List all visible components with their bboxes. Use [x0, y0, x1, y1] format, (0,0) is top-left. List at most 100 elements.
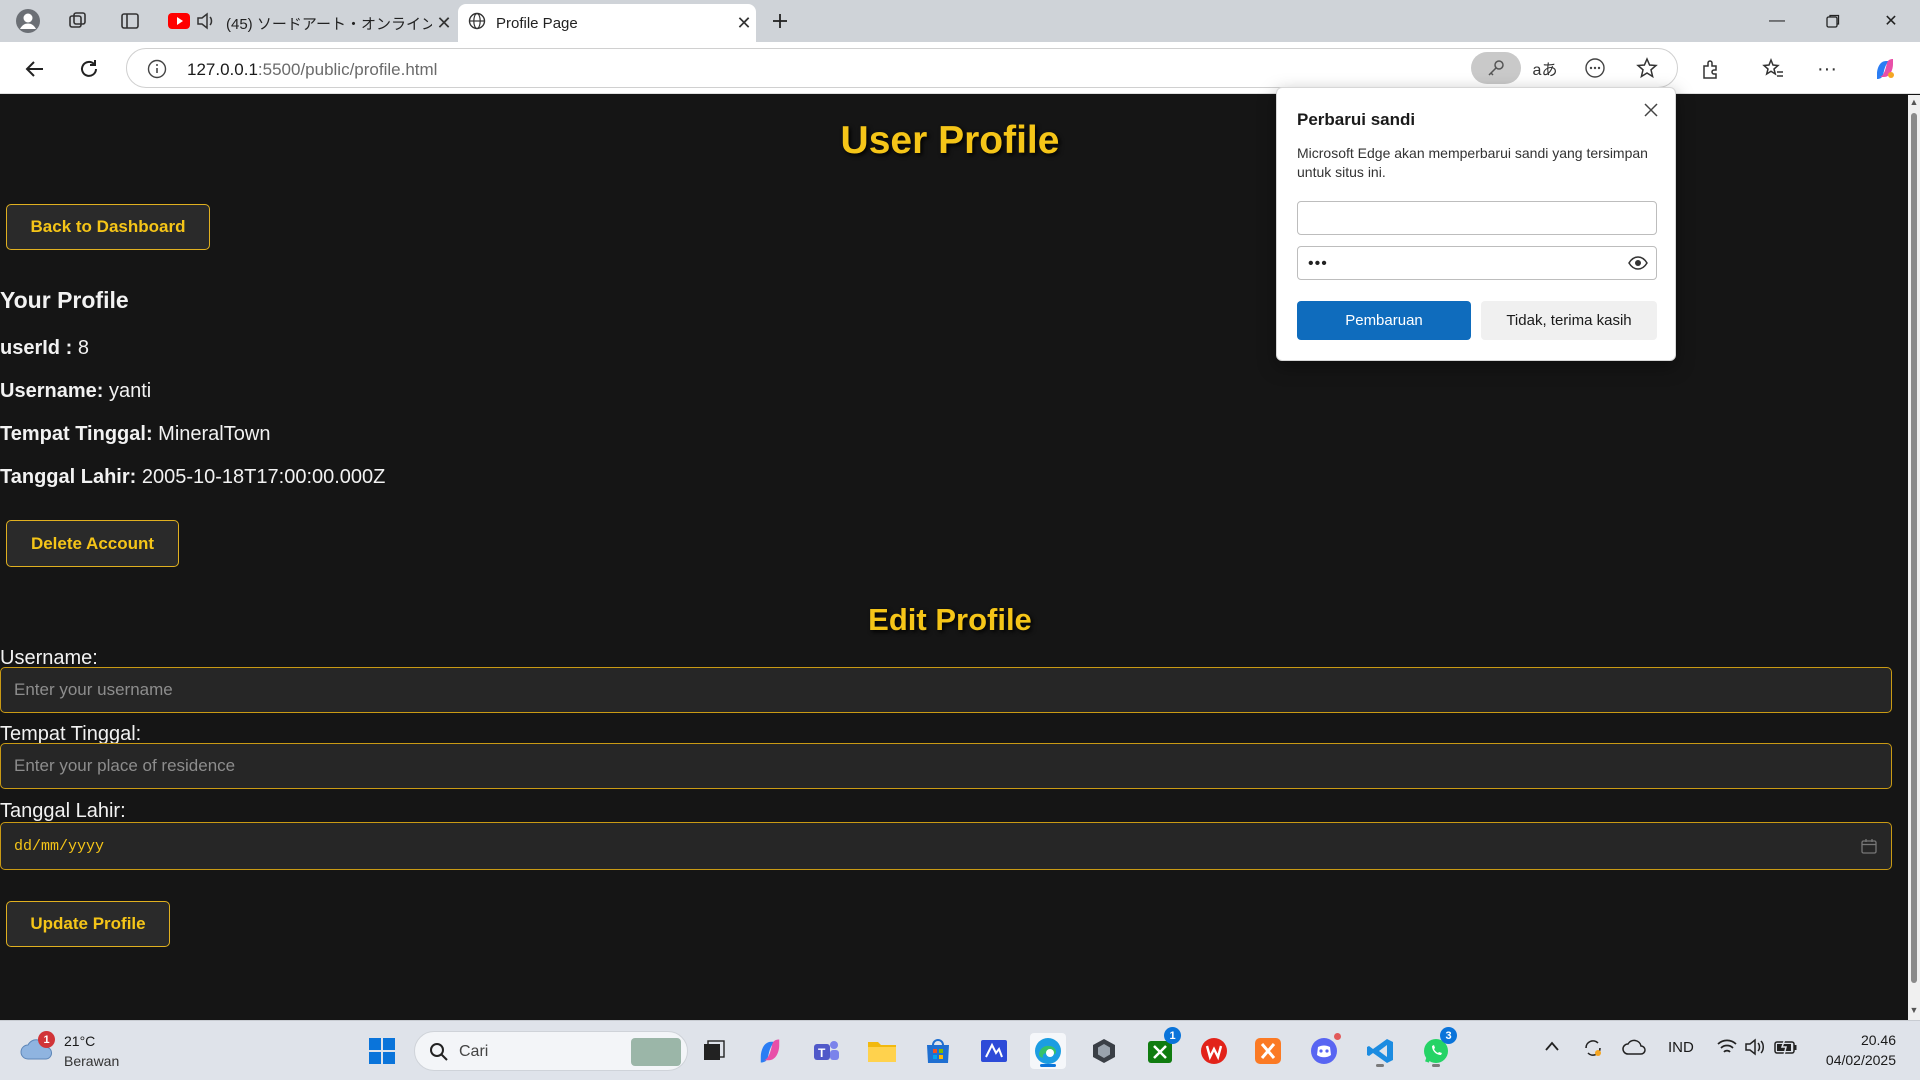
battery-charging-icon[interactable] — [1774, 1037, 1798, 1061]
scrollbar-thumb[interactable] — [1911, 113, 1917, 983]
whatsapp-icon[interactable]: 3 — [1418, 1027, 1457, 1069]
wifi-icon[interactable] — [1716, 1037, 1738, 1061]
open-indicator — [1432, 1064, 1440, 1067]
birthdate-placeholder: dd/mm/yyyy — [14, 837, 105, 855]
tab-title: (45) ソードアート・オンライン シリーズ — [226, 15, 432, 33]
wps-office-icon[interactable] — [1196, 1033, 1232, 1069]
page-scrollbar[interactable]: ▲ ▼ — [1908, 95, 1920, 1020]
username-input[interactable]: Enter your username — [0, 667, 1892, 713]
popup-title: Perbarui sandi — [1297, 110, 1416, 129]
back-to-dashboard-button[interactable]: Back to Dashboard — [6, 204, 210, 250]
svg-text:T: T — [818, 1046, 826, 1060]
show-password-eye-icon[interactable] — [1628, 255, 1648, 276]
weather-alert-badge: 1 — [38, 1031, 55, 1048]
edit-profile-heading: Edit Profile — [868, 602, 1032, 637]
file-explorer-icon[interactable] — [864, 1033, 900, 1069]
editor-app-icon[interactable] — [976, 1033, 1012, 1069]
open-indicator — [1376, 1064, 1384, 1067]
input-language[interactable]: IND — [1668, 1039, 1694, 1056]
weather-widget[interactable]: 1 21°C Berawan — [20, 1029, 140, 1073]
search-placeholder: Cari — [459, 1043, 489, 1060]
whatsapp-badge: 3 — [1440, 1027, 1457, 1044]
no-thanks-button[interactable]: Tidak, terima kasih — [1481, 301, 1657, 340]
delete-account-button[interactable]: Delete Account — [6, 520, 179, 567]
profile-field-birthdate: Tanggal Lahir: 2005-10-18T17:00:00.000Z — [0, 466, 386, 488]
xampp-icon[interactable] — [1250, 1033, 1286, 1069]
teams-icon[interactable]: T — [808, 1033, 844, 1069]
more-tools-icon[interactable] — [1577, 52, 1613, 84]
xbox-badge: 1 — [1164, 1027, 1181, 1044]
windows-taskbar: 1 21°C Berawan Cari T 1 3 IND 20.46 04/0… — [0, 1020, 1920, 1080]
profile-field-residence: Tempat Tinggal: MineralTown — [0, 423, 271, 445]
back-arrow-icon[interactable] — [18, 52, 52, 86]
workspaces-icon[interactable] — [64, 7, 92, 35]
youtube-icon — [168, 13, 190, 33]
browser-tab-strip: (45) ソードアート・オンライン シリーズ ✕ Profile Page ✕ … — [0, 0, 1920, 42]
refresh-icon[interactable] — [72, 52, 106, 86]
minimize-icon[interactable]: — — [1752, 8, 1802, 34]
close-tab-icon[interactable]: ✕ — [432, 13, 456, 34]
windows-start-icon[interactable] — [364, 1033, 400, 1069]
discord-icon[interactable] — [1306, 1031, 1343, 1069]
weather-condition: Berawan — [64, 1053, 120, 1069]
tab-actions-icon[interactable] — [116, 7, 144, 35]
search-highlight-image-icon — [631, 1038, 681, 1066]
popup-password-field[interactable]: ••• — [1297, 246, 1657, 280]
password-update-popup: Perbarui sandi Microsoft Edge akan mempe… — [1276, 87, 1676, 361]
close-tab-icon[interactable]: ✕ — [732, 13, 756, 34]
site-info-icon[interactable] — [147, 59, 167, 84]
search-icon — [429, 1042, 449, 1067]
address-bar[interactable]: 127.0.0.1:5500/public/profile.html aあ — [126, 48, 1678, 88]
system-clock[interactable]: 20.46 04/02/2025 — [1826, 1030, 1896, 1070]
calendar-icon[interactable] — [1861, 838, 1877, 859]
update-profile-button[interactable]: Update Profile — [6, 901, 170, 947]
update-password-button[interactable]: Pembaruan — [1297, 301, 1471, 340]
password-key-icon[interactable] — [1471, 52, 1521, 84]
discord-notification-dot — [1332, 1031, 1343, 1042]
birthdate-input[interactable]: dd/mm/yyyy — [0, 822, 1892, 870]
popup-description: Microsoft Edge akan memperbarui sandi ya… — [1297, 145, 1648, 180]
onedrive-cloud-icon[interactable] — [1622, 1037, 1646, 1061]
extensions-icon[interactable] — [1694, 52, 1728, 86]
tab-youtube[interactable]: (45) ソードアート・オンライン シリーズ ✕ — [160, 4, 456, 42]
active-indicator — [1040, 1064, 1056, 1067]
tab-title: Profile Page — [496, 14, 578, 32]
profile-field-userid: userId : 8 — [0, 337, 89, 359]
microsoft-store-icon[interactable] — [920, 1033, 956, 1069]
scroll-up-arrow-icon[interactable]: ▲ — [1908, 97, 1920, 107]
globe-icon — [468, 12, 486, 34]
restore-icon[interactable] — [1808, 8, 1858, 34]
read-aloud-translate-icon[interactable]: aあ — [1527, 52, 1563, 84]
favorites-icon[interactable] — [1756, 52, 1790, 86]
clock-date: 04/02/2025 — [1825, 1052, 1896, 1068]
vscode-icon[interactable] — [1362, 1033, 1398, 1069]
url-text: 127.0.0.1:5500/public/profile.html — [187, 60, 438, 79]
volume-icon[interactable] — [1744, 1037, 1766, 1061]
popup-username-field[interactable] — [1297, 201, 1657, 235]
profile-field-username: Username: yanti — [0, 380, 152, 402]
close-window-icon[interactable]: ✕ — [1866, 8, 1916, 34]
edge-browser-icon[interactable] — [1030, 1033, 1066, 1069]
new-tab-icon[interactable] — [766, 7, 794, 35]
residence-input[interactable]: Enter your place of residence — [0, 743, 1892, 789]
favorite-star-icon[interactable] — [1629, 52, 1665, 84]
sync-icon[interactable] — [1582, 1037, 1604, 1063]
settings-more-icon[interactable]: ··· — [1810, 52, 1844, 86]
profile-icon[interactable] — [14, 7, 42, 35]
clock-time: 20.46 — [1860, 1032, 1896, 1048]
task-view-icon[interactable] — [696, 1033, 732, 1069]
taskbar-search[interactable]: Cari — [414, 1031, 688, 1071]
speaker-icon[interactable] — [196, 12, 216, 34]
birthdate-label: Tanggal Lahir: — [0, 800, 126, 822]
close-icon[interactable] — [1639, 98, 1663, 122]
unity-hub-icon[interactable] — [1086, 1033, 1122, 1069]
copilot-icon[interactable] — [1868, 52, 1902, 86]
password-mask: ••• — [1308, 255, 1328, 272]
weather-temperature: 21°C — [64, 1033, 96, 1049]
your-profile-heading: Your Profile — [0, 287, 129, 313]
copilot-taskbar-icon[interactable] — [752, 1033, 788, 1069]
show-hidden-icons-chevron-icon[interactable] — [1544, 1039, 1560, 1056]
tab-profile-page[interactable]: Profile Page ✕ — [458, 4, 756, 42]
xbox-icon[interactable]: 1 — [1142, 1027, 1181, 1069]
scroll-down-arrow-icon[interactable]: ▼ — [1908, 1005, 1920, 1015]
